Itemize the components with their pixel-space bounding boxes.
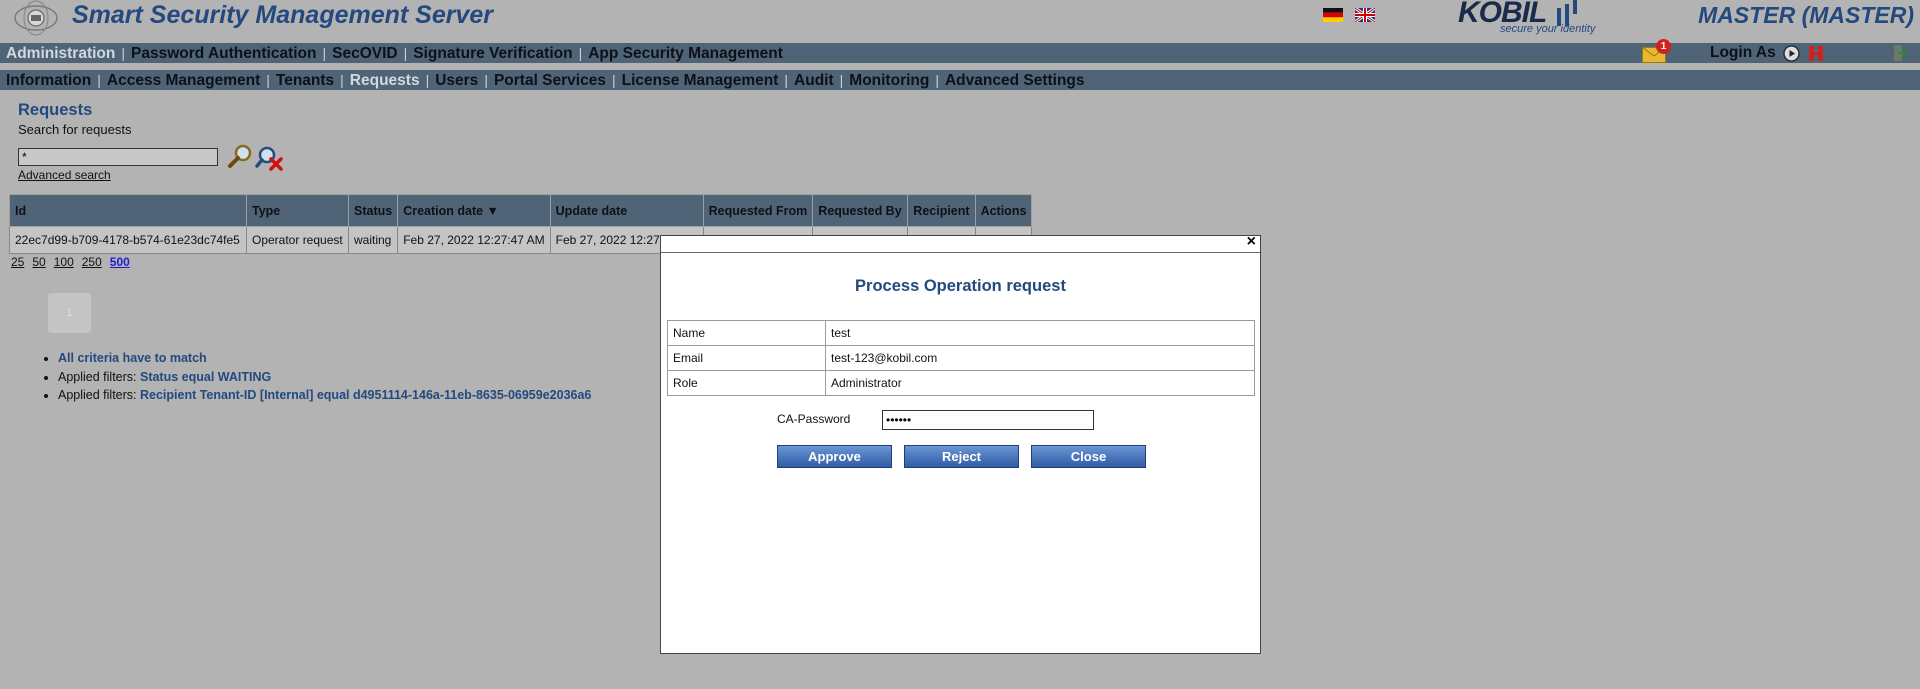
nav-license-management[interactable]: License Management [622, 71, 779, 91]
column-header-id[interactable]: Id [9, 194, 247, 227]
approve-button[interactable]: Approve [777, 445, 892, 468]
filter-item: All criteria have to match [58, 349, 591, 368]
nav-portal-services[interactable]: Portal Services [494, 71, 606, 91]
secondary-nav: Information | Access Management | Tenants | Re… [0, 70, 1920, 90]
page-size-100[interactable]: 100 [54, 255, 74, 269]
column-header-update-date[interactable]: Update date [549, 194, 704, 227]
play-icon[interactable] [1783, 45, 1800, 62]
field-value-role: Administrator [825, 370, 1255, 396]
close-icon[interactable]: × [1247, 233, 1256, 251]
page-size-25[interactable]: 25 [11, 255, 24, 269]
clear-search-icon[interactable] [255, 145, 283, 171]
search-icon[interactable] [227, 143, 253, 169]
column-header-type[interactable]: Type [246, 194, 349, 227]
field-label-email: Email [667, 345, 826, 371]
nav-users[interactable]: Users [435, 71, 478, 91]
cell-type: Operator request [246, 226, 349, 254]
german-flag-icon[interactable] [1323, 8, 1343, 22]
nav-requests[interactable]: Requests [350, 71, 420, 91]
login-as-label[interactable]: Login As [1710, 43, 1776, 63]
page-size-250[interactable]: 250 [82, 255, 102, 269]
field-label-name: Name [667, 320, 826, 346]
column-header-recipient[interactable]: Recipient [907, 194, 976, 227]
english-flag-icon[interactable] [1355, 8, 1375, 22]
mail-badge: 1 [1656, 39, 1671, 54]
nav-monitoring[interactable]: Monitoring [849, 71, 929, 91]
cell-status: waiting [347, 226, 399, 254]
page-subtitle: Search for requests [18, 122, 132, 137]
search-input[interactable] [18, 148, 218, 166]
exit-icon[interactable] [1893, 44, 1907, 62]
brand-tagline: secure your identity [1500, 23, 1596, 35]
filter-value: All criteria have to match [58, 351, 207, 365]
page-title: Requests [18, 101, 93, 119]
process-request-dialog: × Process Operation request Name test Em… [660, 233, 1261, 654]
ca-password-input[interactable] [882, 410, 1094, 430]
filter-prefix: Applied filters: [58, 369, 140, 384]
nav-access-management[interactable]: Access Management [107, 71, 260, 91]
nav-app-security-management[interactable]: App Security Management [588, 44, 783, 64]
column-header-requested-by[interactable]: Requested By [812, 194, 909, 227]
app-title: Smart Security Management Server [72, 1, 494, 29]
filter-item: Applied filters: Status equal WAITING [58, 368, 591, 387]
column-header-status[interactable]: Status [347, 194, 399, 227]
nav-audit[interactable]: Audit [794, 71, 834, 91]
close-button[interactable]: Close [1031, 445, 1146, 468]
table-row: Role Administrator [667, 370, 1255, 396]
table-header-row: Id Type Status Creation date ▼ Update da… [9, 194, 1033, 227]
nav-secovid[interactable]: SecOVID [332, 44, 397, 64]
nav-password-authentication[interactable]: Password Authentication [131, 44, 316, 64]
brand-logo: KOBIL secure your identity [1458, 0, 1618, 40]
page-size-50[interactable]: 50 [32, 255, 45, 269]
page-size-500[interactable]: 500 [110, 255, 130, 269]
field-value-name: test [825, 320, 1255, 346]
filter-item: Applied filters: Recipient Tenant-ID [In… [58, 386, 591, 405]
nav-advanced-settings[interactable]: Advanced Settings [945, 71, 1085, 91]
table-row: Name test [667, 320, 1255, 346]
cell-id: 22ec7d99-b709-4178-b574-61e23dc74fe5 [9, 226, 247, 254]
stop-icon[interactable] [1808, 45, 1824, 62]
nav-administration[interactable]: Administration [6, 44, 115, 64]
table-row: Email test-123@kobil.com [667, 345, 1255, 371]
nav-information[interactable]: Information [6, 71, 91, 91]
cell-creation-date: Feb 27, 2022 12:27:47 AM [397, 226, 551, 254]
user-title: MASTER (MASTER) [1698, 2, 1914, 28]
header: Smart Security Management Server KOBIL s… [0, 0, 1920, 42]
column-header-creation-date[interactable]: Creation date ▼ [397, 194, 551, 227]
request-details-table: Name test Email test-123@kobil.com Role … [667, 320, 1255, 396]
nav-signature-verification[interactable]: Signature Verification [413, 44, 572, 64]
filter-list: All criteria have to match Applied filte… [40, 349, 591, 405]
dialog-titlebar: × [661, 233, 1260, 253]
advanced-search-link[interactable]: Advanced search [18, 168, 111, 182]
column-header-actions: Actions [974, 194, 1033, 227]
field-value-email: test-123@kobil.com [825, 345, 1255, 371]
reject-button[interactable]: Reject [904, 445, 1019, 468]
ca-password-label: CA-Password [777, 412, 851, 426]
dialog-title: Process Operation request [855, 277, 1066, 295]
logo-icon [14, 0, 58, 36]
filter-value: Recipient Tenant-ID [Internal] equal d49… [139, 388, 592, 402]
filter-value: Status equal WAITING [139, 369, 272, 384]
nav-tenants[interactable]: Tenants [276, 71, 334, 91]
filter-prefix: Applied filters: [58, 388, 140, 402]
primary-nav: Administration | Password Authentication | S… [0, 39, 1920, 64]
page-size-selector: 25 50 100 250 500 [11, 255, 138, 269]
pagination-page-button[interactable]: 1 [48, 293, 91, 333]
field-label-role: Role [667, 370, 826, 396]
column-header-requested-from[interactable]: Requested From [702, 194, 814, 227]
